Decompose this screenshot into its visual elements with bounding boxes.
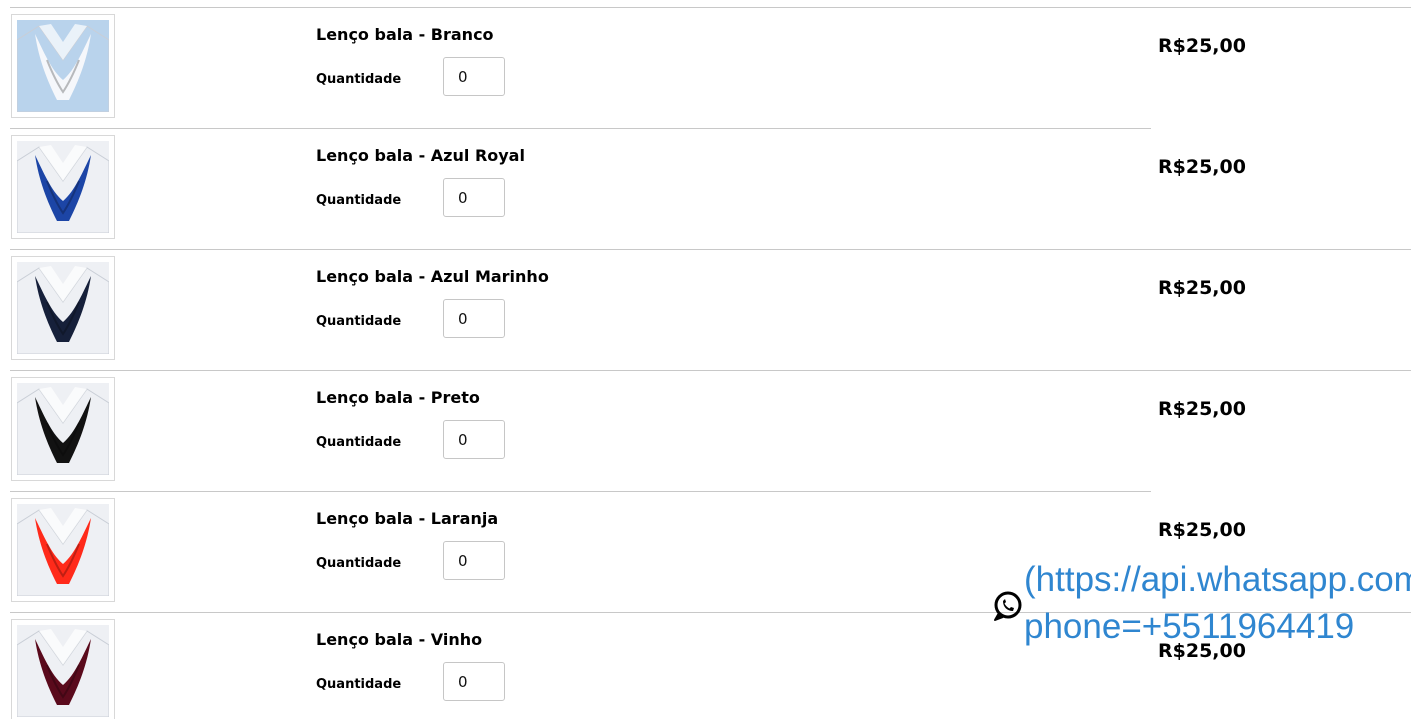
quantity-label: Quantidade	[316, 435, 402, 450]
product-row: Lenço bala - Azul Royal Quantidade R$25,00	[0, 128, 1411, 251]
scarf-illustration	[17, 625, 109, 717]
quantity-label: Quantidade	[316, 677, 402, 692]
scarf-illustration	[17, 383, 109, 475]
product-name[interactable]: Lenço bala - Preto	[316, 388, 480, 407]
product-row: Lenço bala - Branco Quantidade R$25,00	[0, 7, 1411, 130]
product-price: R$25,00	[1158, 519, 1246, 541]
row-divider	[10, 128, 1151, 129]
product-name[interactable]: Lenço bala - Azul Marinho	[316, 267, 549, 286]
scarf-illustration	[17, 504, 109, 596]
row-divider	[10, 7, 1411, 8]
product-image[interactable]	[11, 135, 115, 239]
quantity-input[interactable]	[443, 541, 505, 580]
quantity-input[interactable]	[443, 57, 505, 96]
product-name[interactable]: Lenço bala - Laranja	[316, 509, 498, 528]
product-price: R$25,00	[1158, 398, 1246, 420]
product-price: R$25,00	[1158, 35, 1246, 57]
product-name[interactable]: Lenço bala - Vinho	[316, 630, 482, 649]
product-image[interactable]	[11, 498, 115, 602]
quantity-input[interactable]	[443, 178, 505, 217]
whatsapp-icon[interactable]	[989, 588, 1025, 624]
product-row: Lenço bala - Azul Marinho Quantidade R$25,…	[0, 249, 1411, 372]
row-divider	[10, 491, 1151, 492]
quantity-label: Quantidade	[316, 556, 402, 571]
quantity-label: Quantidade	[316, 193, 402, 208]
quantity-input[interactable]	[443, 299, 505, 338]
product-name[interactable]: Lenço bala - Branco	[316, 25, 494, 44]
quantity-label: Quantidade	[316, 314, 402, 329]
product-price: R$25,00	[1158, 156, 1246, 178]
scarf-illustration	[17, 20, 109, 112]
product-image[interactable]	[11, 14, 115, 118]
product-price: R$25,00	[1158, 277, 1246, 299]
quantity-input[interactable]	[443, 420, 505, 459]
row-divider	[10, 249, 1411, 250]
product-image[interactable]	[11, 619, 115, 719]
product-image[interactable]	[11, 377, 115, 481]
product-row: Lenço bala - Preto Quantidade R$25,00	[0, 370, 1411, 493]
scarf-illustration	[17, 141, 109, 233]
product-name[interactable]: Lenço bala - Azul Royal	[316, 146, 525, 165]
row-divider	[10, 370, 1411, 371]
quantity-label: Quantidade	[316, 72, 402, 87]
product-image[interactable]	[11, 256, 115, 360]
scarf-illustration	[17, 262, 109, 354]
quantity-input[interactable]	[443, 662, 505, 701]
whatsapp-link[interactable]: (https://api.whatsapp.com/send?phone=+55…	[1024, 556, 1411, 676]
